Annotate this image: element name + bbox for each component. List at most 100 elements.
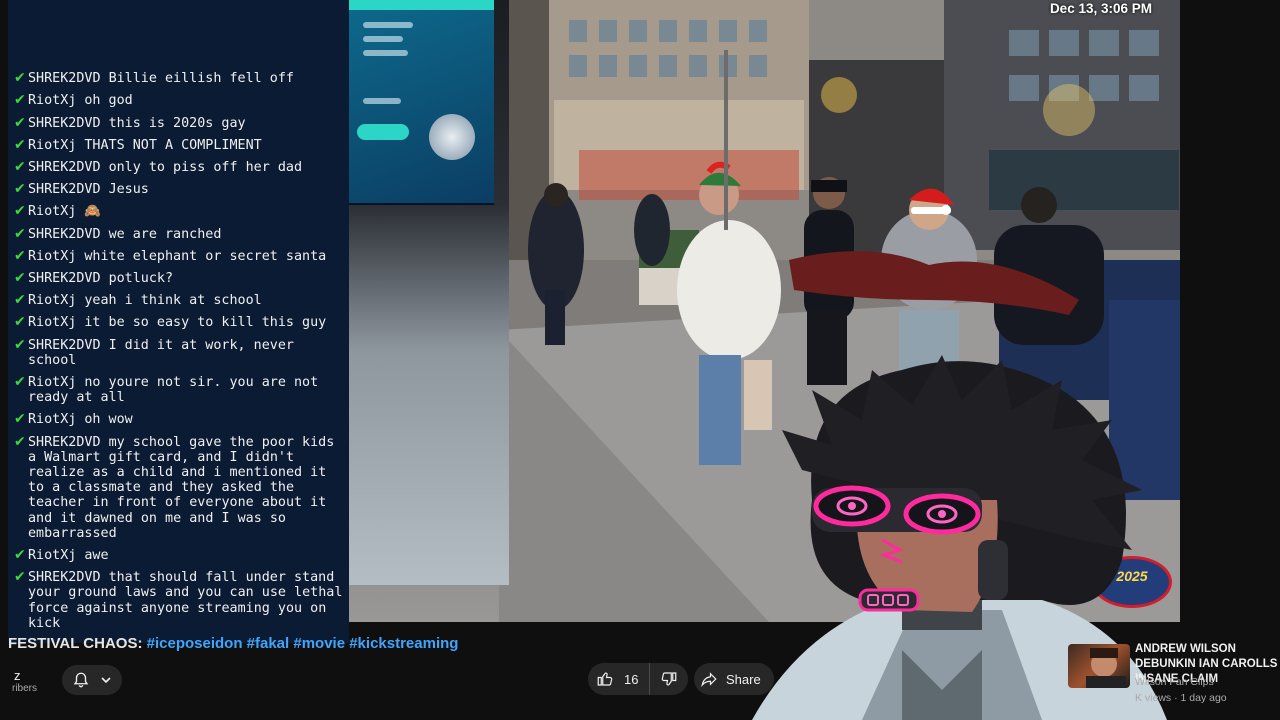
chat-message: ✔ RiotXj oh wow [8, 411, 349, 428]
chat-message-body: SHREK2DVD that should fall under stand yo… [28, 570, 343, 631]
link-kiosk [349, 0, 509, 585]
verified-check-icon: ✔ [14, 92, 26, 109]
chat-message: ✔ SHREK2DVD we are ranched [8, 226, 349, 242]
chat-message-body: RiotXj 🙈 [28, 204, 343, 219]
verified-check-icon: ✔ [14, 314, 26, 331]
notification-bell-button[interactable] [62, 665, 122, 695]
recommended-video-thumbnail[interactable] [1068, 644, 1130, 688]
recommended-video-channel[interactable]: Wilson Fan Clips [1135, 676, 1214, 688]
share-icon [700, 670, 718, 688]
dislike-button[interactable] [650, 670, 688, 688]
verified-check-icon: ✔ [14, 292, 26, 309]
chat-text: oh god [84, 93, 133, 109]
chat-text: Billie eillish fell off [108, 71, 294, 87]
chat-message-body: SHREK2DVD only to piss off her dad [28, 160, 343, 175]
thumbs-down-icon [660, 670, 678, 688]
chat-message: ✔ SHREK2DVD only to piss off her dad [8, 159, 349, 175]
video-title: FESTIVAL CHAOS: #iceposeidon #fakal #mov… [8, 635, 568, 655]
channel-name-fragment[interactable]: z [14, 668, 21, 683]
chat-username[interactable]: SHREK2DVD [28, 271, 101, 286]
chat-text: oh wow [84, 412, 133, 428]
verified-check-icon: ✔ [14, 546, 26, 563]
chat-username[interactable]: RiotXj [28, 375, 76, 390]
chat-message: ✔ RiotXj oh god [8, 92, 349, 109]
chat-message: ✔ RiotXj yeah i think at school [8, 292, 349, 309]
chat-username[interactable]: RiotXj [28, 204, 76, 219]
chat-username[interactable]: RiotXj [28, 412, 76, 427]
chat-message: ✔ SHREK2DVD that should fall under stand y… [8, 570, 349, 631]
chat-username[interactable]: RiotXj [28, 93, 76, 108]
thumbs-up-icon [596, 670, 614, 688]
chat-message-body: RiotXj oh god [28, 93, 343, 108]
kiosk-screen [349, 0, 494, 205]
chat-message-body: RiotXj THATS NOT A COMPLIMENT [28, 138, 343, 153]
video-timestamp: Dec 13, 3:06 PM [1049, 1, 1152, 16]
chat-text: it be so easy to kill this guy [84, 315, 327, 331]
chat-username[interactable]: SHREK2DVD [28, 160, 101, 175]
like-dislike-group: 16 [588, 663, 688, 695]
share-label: Share [726, 671, 761, 687]
chat-message-body: SHREK2DVD potluck? [28, 271, 343, 286]
chat-message: ✔ RiotXj white elephant or secret santa [8, 247, 349, 264]
chat-message-body: RiotXj yeah i think at school [28, 293, 343, 308]
verified-check-icon: ✔ [14, 373, 26, 390]
verified-check-icon: ✔ [14, 569, 26, 586]
verified-check-icon: ✔ [14, 70, 26, 87]
chat-text: this is 2020s gay [108, 115, 246, 131]
chat-username[interactable]: RiotXj [28, 249, 76, 264]
recommended-video-meta: K views · 1 day ago [1135, 692, 1227, 704]
chat-message: ✔ SHREK2DVD this is 2020s gay [8, 114, 349, 131]
video-title-hashtags[interactable]: #iceposeidon #fakal #movie #kickstreamin… [147, 635, 459, 652]
verified-check-icon: ✔ [14, 247, 26, 264]
chat-username[interactable]: SHREK2DVD [28, 338, 101, 353]
kiosk-coin-graphic [429, 114, 475, 160]
chat-message: ✔ SHREK2DVD my school gave the poor kids a… [8, 434, 349, 541]
chat-message-body: SHREK2DVD we are ranched [28, 227, 343, 242]
chat-message: ✔ RiotXj 🙈 [8, 204, 349, 220]
like-button[interactable]: 16 [588, 663, 650, 695]
verified-check-icon: ✔ [14, 181, 26, 198]
chat-message-list: ✔ SHREK2DVD Billie eillish fell off ✔ RiotXj… [8, 64, 349, 631]
chat-message-body: RiotXj white elephant or secret santa [28, 249, 343, 264]
chat-message-body: RiotXj awe [28, 548, 343, 563]
verified-check-icon: ✔ [14, 136, 26, 153]
chat-text: only to piss off her dad [108, 159, 303, 175]
chat-message-body: SHREK2DVD I did it at work, never school [28, 338, 343, 368]
chat-message: ✔ SHREK2DVD Billie eillish fell off [8, 70, 349, 87]
chat-text: my school gave the poor kids a Walmart g… [28, 434, 335, 541]
chat-username[interactable]: RiotXj [28, 293, 76, 308]
chat-message-body: RiotXj it be so easy to kill this guy [28, 315, 343, 330]
bell-icon [72, 671, 90, 689]
chat-username[interactable]: SHREK2DVD [28, 71, 101, 86]
chat-username[interactable]: RiotXj [28, 138, 76, 153]
chat-username[interactable]: SHREK2DVD [28, 227, 101, 242]
chat-message-body: SHREK2DVD my school gave the poor kids a … [28, 435, 343, 541]
chat-message: ✔ RiotXj awe [8, 546, 349, 563]
subscriber-count-fragment: ribers [12, 683, 38, 694]
chat-text: Jesus [108, 182, 149, 198]
recommended-video-card[interactable]: ANDREW WILSON DEBUNKIN IAN CAROLLS INSAN… [1064, 640, 1280, 710]
chat-message-body: SHREK2DVD Billie eillish fell off [28, 71, 343, 86]
chat-message-body: SHREK2DVD this is 2020s gay [28, 116, 343, 131]
chat-message-body: SHREK2DVD Jesus [28, 182, 343, 197]
chat-text: we are ranched [108, 226, 222, 242]
verified-check-icon: ✔ [14, 114, 26, 131]
verified-check-icon: ✔ [14, 336, 26, 353]
video-title-text: FESTIVAL CHAOS: [8, 635, 147, 652]
chat-text: awe [84, 547, 109, 563]
chat-overlay: ✔ SHREK2DVD Billie eillish fell off ✔ RiotXj… [8, 0, 349, 643]
chat-message: ✔ SHREK2DVD I did it at work, never school [8, 336, 349, 368]
chat-message: ✔ RiotXj THATS NOT A COMPLIMENT [8, 136, 349, 153]
like-count: 16 [624, 671, 639, 687]
chat-username[interactable]: RiotXj [28, 315, 76, 330]
chat-username[interactable]: SHREK2DVD [28, 570, 101, 585]
chat-username[interactable]: SHREK2DVD [28, 435, 101, 450]
chat-username[interactable]: SHREK2DVD [28, 116, 101, 131]
share-button[interactable]: Share [694, 663, 774, 695]
chevron-down-icon [100, 674, 112, 686]
chat-username[interactable]: RiotXj [28, 548, 76, 563]
verified-check-icon: ✔ [14, 411, 26, 428]
chat-text: yeah i think at school [84, 293, 262, 309]
chat-username[interactable]: SHREK2DVD [28, 182, 101, 197]
chat-message: ✔ SHREK2DVD potluck? [8, 270, 349, 286]
